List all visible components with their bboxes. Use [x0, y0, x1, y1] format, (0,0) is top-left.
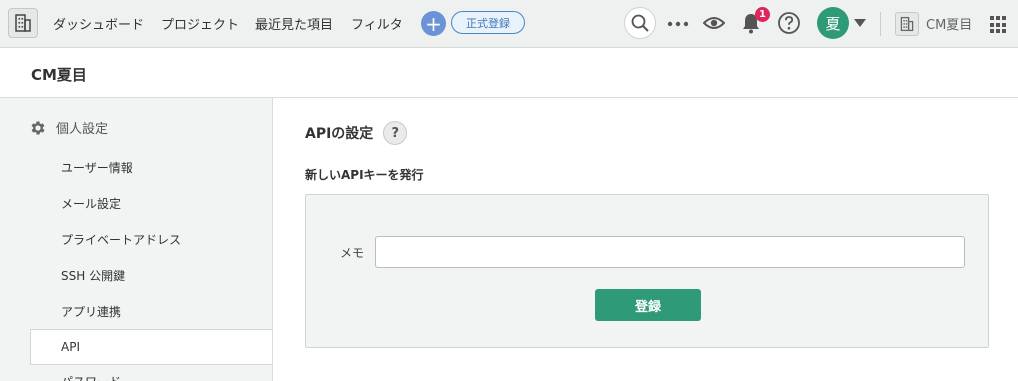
app-grid-icon[interactable] — [990, 16, 1008, 34]
settings-sidebar: 個人設定 ユーザー情報 メール設定 プライベートアドレス SSH 公開鍵 アプリ… — [0, 98, 273, 381]
caret-down-icon — [854, 19, 866, 27]
add-button[interactable]: + — [421, 11, 446, 36]
help-icon[interactable]: ? — [383, 121, 408, 145]
memo-input[interactable] — [375, 236, 965, 268]
organization-button[interactable] — [895, 12, 919, 36]
sidebar-heading: 個人設定 — [29, 118, 108, 137]
nav-recent-items[interactable]: 最近見た項目 — [255, 14, 333, 33]
sidebar-item-password[interactable]: パスワード — [61, 373, 121, 381]
sidebar-heading-label: 個人設定 — [56, 122, 109, 137]
search-button[interactable] — [624, 7, 656, 39]
organization-name[interactable]: CM夏目 — [926, 14, 972, 33]
help-button[interactable] — [777, 11, 801, 35]
page-title: APIの設定 ? — [305, 121, 408, 145]
register-api-key-button[interactable]: 登録 — [595, 289, 701, 321]
sidebar-item-private-address[interactable]: プライベートアドレス — [61, 231, 181, 248]
home-button[interactable] — [8, 8, 38, 38]
top-navigation-bar: ダッシュボード プロジェクト 最近見た項目 フィルタ + 正式登録 1 夏 CM… — [0, 0, 1018, 48]
more-button[interactable] — [666, 14, 690, 34]
plus-icon: + — [425, 11, 442, 36]
notification-count-badge: 1 — [755, 7, 770, 22]
nav-dashboard[interactable]: ダッシュボード — [53, 14, 144, 33]
user-avatar[interactable]: 夏 — [817, 7, 849, 39]
page-title-text: APIの設定 — [305, 126, 374, 142]
eye-icon — [703, 17, 725, 29]
user-menu-toggle[interactable] — [853, 18, 867, 28]
api-key-form: メモ 登録 — [305, 194, 989, 348]
sidebar-item-mail-settings[interactable]: メール設定 — [61, 195, 121, 212]
gear-icon — [31, 120, 45, 135]
search-icon — [631, 14, 649, 32]
nav-projects[interactable]: プロジェクト — [161, 14, 239, 33]
project-title[interactable]: CM夏目 — [31, 64, 87, 85]
sidebar-item-api[interactable]: API — [30, 329, 272, 365]
building-icon — [900, 16, 914, 32]
nav-filter[interactable]: フィルタ — [351, 14, 403, 33]
help-icon — [778, 12, 800, 34]
section-title: 新しいAPIキーを発行 — [305, 168, 424, 182]
nav-divider — [880, 12, 881, 36]
sidebar-item-app-integration[interactable]: アプリ連携 — [61, 303, 121, 320]
sidebar-item-user-info[interactable]: ユーザー情報 — [61, 159, 133, 176]
building-icon — [15, 14, 31, 32]
register-button[interactable]: 正式登録 — [451, 11, 525, 34]
memo-label: メモ — [340, 246, 365, 260]
sidebar-item-ssh-keys[interactable]: SSH 公開鍵 — [61, 267, 125, 284]
sidebar-item-api-label: API — [61, 340, 80, 354]
more-dots-icon — [667, 21, 689, 27]
watch-button[interactable] — [703, 13, 725, 33]
